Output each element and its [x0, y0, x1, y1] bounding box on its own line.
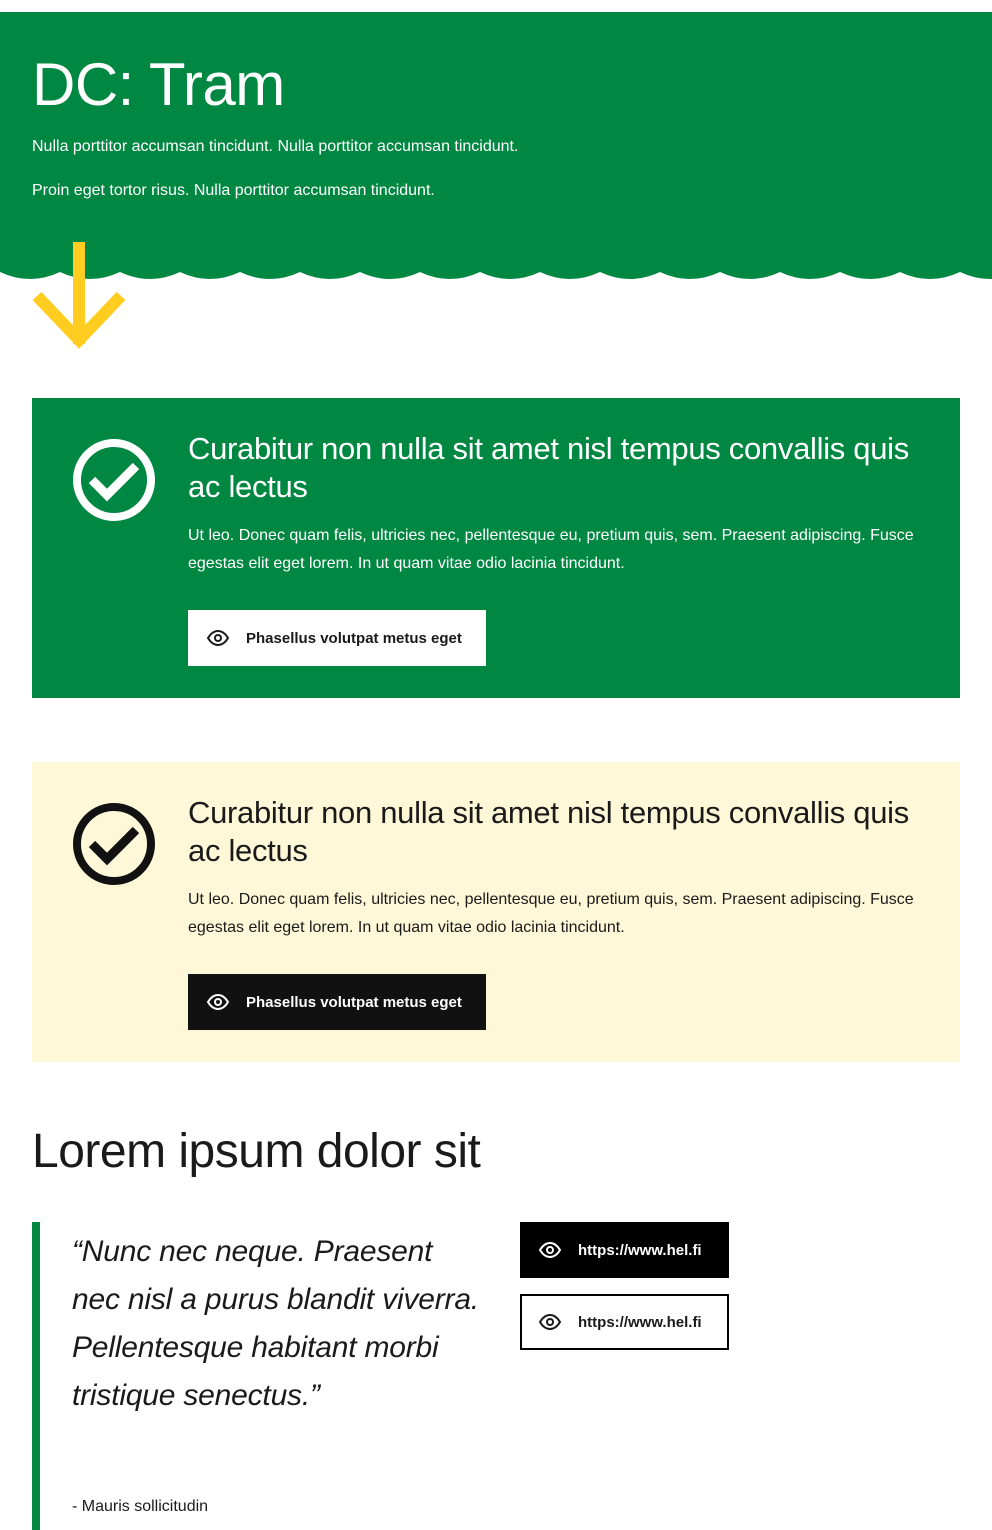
notification-title: Curabitur non nulla sit amet nisl tempus…	[188, 795, 909, 868]
eye-icon	[538, 1313, 562, 1331]
page-title: DC: Tram	[32, 51, 285, 118]
hero-banner: DC: Tram Nulla porttitor accumsan tincid…	[0, 12, 992, 272]
button-label: Phasellus volutpat metus eget	[246, 629, 462, 647]
arrow-down-icon	[32, 242, 126, 349]
link-label: https://www.hel.fi	[578, 1241, 702, 1259]
eye-icon	[206, 993, 230, 1011]
check-circle-icon	[73, 439, 155, 521]
quote-block: “Nunc nec neque. Praesent nec nisl a pur…	[32, 1222, 479, 1530]
quote-text: “Nunc nec neque. Praesent nec nisl a pur…	[72, 1235, 479, 1412]
eye-icon	[538, 1241, 562, 1259]
button-label: Phasellus volutpat metus eget	[246, 993, 462, 1011]
eye-icon	[206, 629, 230, 647]
link-label: https://www.hel.fi	[578, 1313, 702, 1331]
notification-text: Ut leo. Donec quam felis, ultricies nec,…	[188, 891, 914, 936]
page: DC: Tram Nulla porttitor accumsan tincid…	[0, 0, 992, 1530]
wave-divider	[0, 270, 992, 279]
section-heading: Lorem ipsum dolor sit	[32, 1125, 481, 1178]
view-button[interactable]: Phasellus volutpat metus eget	[188, 974, 486, 1030]
check-circle-icon	[73, 803, 155, 885]
notification-info: Curabitur non nulla sit amet nisl tempus…	[32, 762, 960, 1062]
view-button[interactable]: Phasellus volutpat metus eget	[188, 610, 486, 666]
quote-author: - Mauris sollicitudin	[72, 1498, 209, 1515]
notification-text: Ut leo. Donec quam felis, ultricies nec,…	[188, 527, 914, 572]
notification-success: Curabitur non nulla sit amet nisl tempus…	[32, 398, 960, 698]
hero-paragraph: Proin eget tortor risus. Nulla porttitor…	[32, 182, 435, 199]
hero-paragraph: Nulla porttitor accumsan tincidunt. Null…	[32, 138, 519, 155]
external-link-button[interactable]: https://www.hel.fi	[520, 1294, 729, 1350]
notification-title: Curabitur non nulla sit amet nisl tempus…	[188, 431, 909, 504]
external-link-button[interactable]: https://www.hel.fi	[520, 1222, 729, 1278]
